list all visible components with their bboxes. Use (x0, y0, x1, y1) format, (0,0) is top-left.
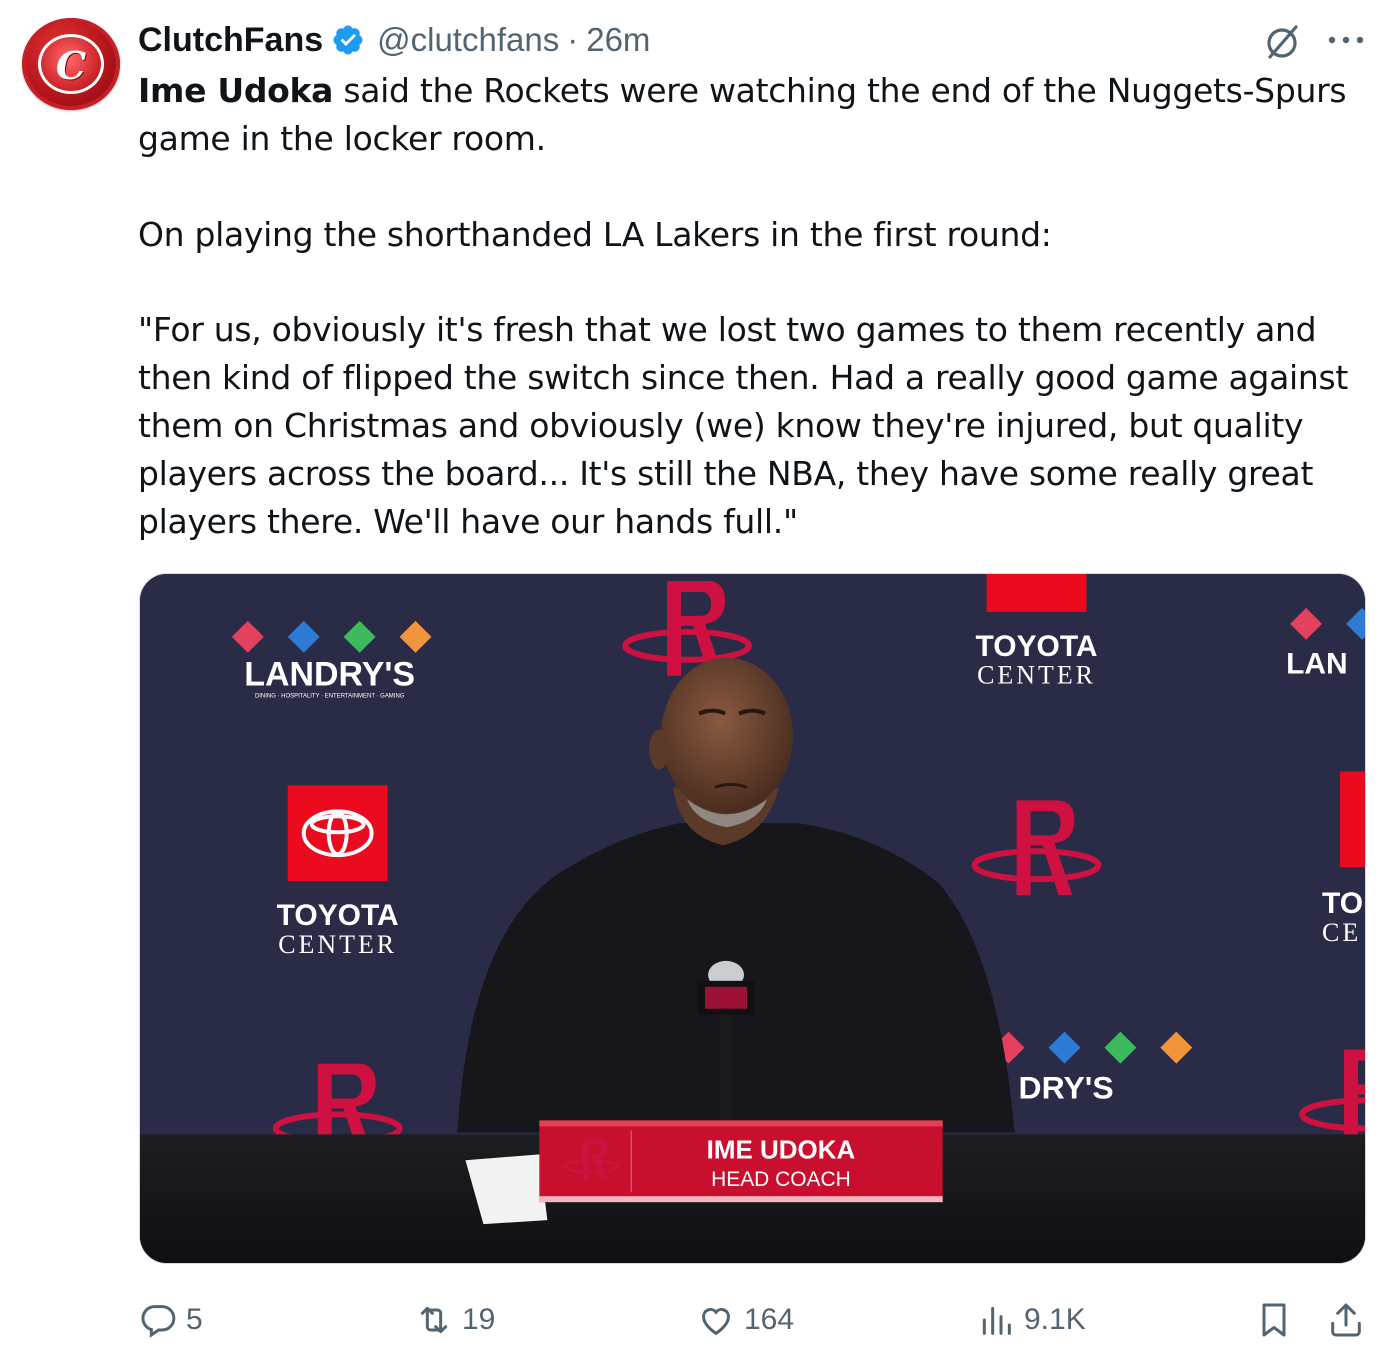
tweet-text-quote: "For us, obviously it's fresh that we lo… (138, 310, 1349, 541)
views-icon (982, 1306, 1011, 1335)
like-button[interactable]: 164 (696, 1290, 794, 1350)
header-separator: · (567, 21, 579, 58)
grok-icon[interactable] (1262, 22, 1302, 62)
lower-third-name: IME UDOKA (707, 1136, 856, 1164)
svg-text:TO: TO (1322, 887, 1363, 920)
svg-text:CE: CE (1322, 918, 1361, 947)
views-count: 9.1K (1024, 1303, 1086, 1336)
mention-name: Ime Udoka (138, 71, 334, 110)
avatar-logo: C (38, 34, 104, 94)
author-avatar[interactable]: C (22, 18, 120, 110)
tweet-text-paragraph-2: On playing the shorthanded LA Lakers in … (138, 215, 1052, 254)
tweet-header: ClutchFans @clutchfans · 26m (138, 18, 650, 62)
author-name[interactable]: ClutchFans (138, 21, 323, 60)
author-handle[interactable]: @clutchfans (377, 21, 559, 59)
repost-button[interactable]: 19 (414, 1290, 495, 1350)
svg-text:CENTER: CENTER (977, 661, 1096, 690)
bookmark-icon (1262, 1303, 1286, 1337)
tweet-action-bar: 5 19 164 9.1K (0, 1290, 1392, 1350)
like-icon (702, 1308, 730, 1336)
tweet-timestamp[interactable]: 26m (586, 21, 650, 59)
svg-text:LANDRY'S: LANDRY'S (244, 656, 415, 694)
views-button[interactable]: 9.1K (976, 1290, 1086, 1350)
svg-text:CENTER: CENTER (278, 930, 397, 959)
like-count: 164 (744, 1303, 795, 1336)
avatar-letter: C (55, 43, 87, 88)
reply-icon (141, 1305, 176, 1338)
toyota-logo-top: TOYOTA CENTER (976, 574, 1098, 690)
reply-button[interactable]: 5 (138, 1290, 203, 1350)
toyota-logo-left: TOYOTA CENTER (277, 785, 399, 959)
share-icon (1331, 1303, 1361, 1337)
svg-text:DINING · HOSPITALITY · ENTERTA: DINING · HOSPITALITY · ENTERTAINMENT · G… (255, 694, 405, 700)
reply-count: 5 (186, 1303, 203, 1336)
share-button[interactable] (1326, 1290, 1366, 1350)
more-options-icon[interactable] (1326, 34, 1366, 46)
lower-third-title: HEAD COACH (711, 1168, 851, 1191)
svg-text:TOYOTA: TOYOTA (976, 630, 1098, 663)
lower-third-banner: IME UDOKA HEAD COACH (539, 1120, 943, 1203)
svg-text:LAN: LAN (1286, 648, 1348, 681)
repost-icon (420, 1306, 448, 1334)
tweet-media-image[interactable]: LANDRY'S DINING · HOSPITALITY · ENTERTAI… (139, 573, 1366, 1264)
bookmark-button[interactable] (1254, 1290, 1294, 1350)
press-conference-scene: LANDRY'S DINING · HOSPITALITY · ENTERTAI… (140, 574, 1365, 1263)
svg-text:TOYOTA: TOYOTA (277, 899, 399, 932)
tweet-text-paragraph-1: Ime Udoka said the Rockets were watching… (138, 67, 1358, 163)
svg-text:DRY'S: DRY'S (1019, 1069, 1114, 1105)
verified-badge-icon (333, 25, 363, 55)
repost-count: 19 (462, 1303, 496, 1336)
